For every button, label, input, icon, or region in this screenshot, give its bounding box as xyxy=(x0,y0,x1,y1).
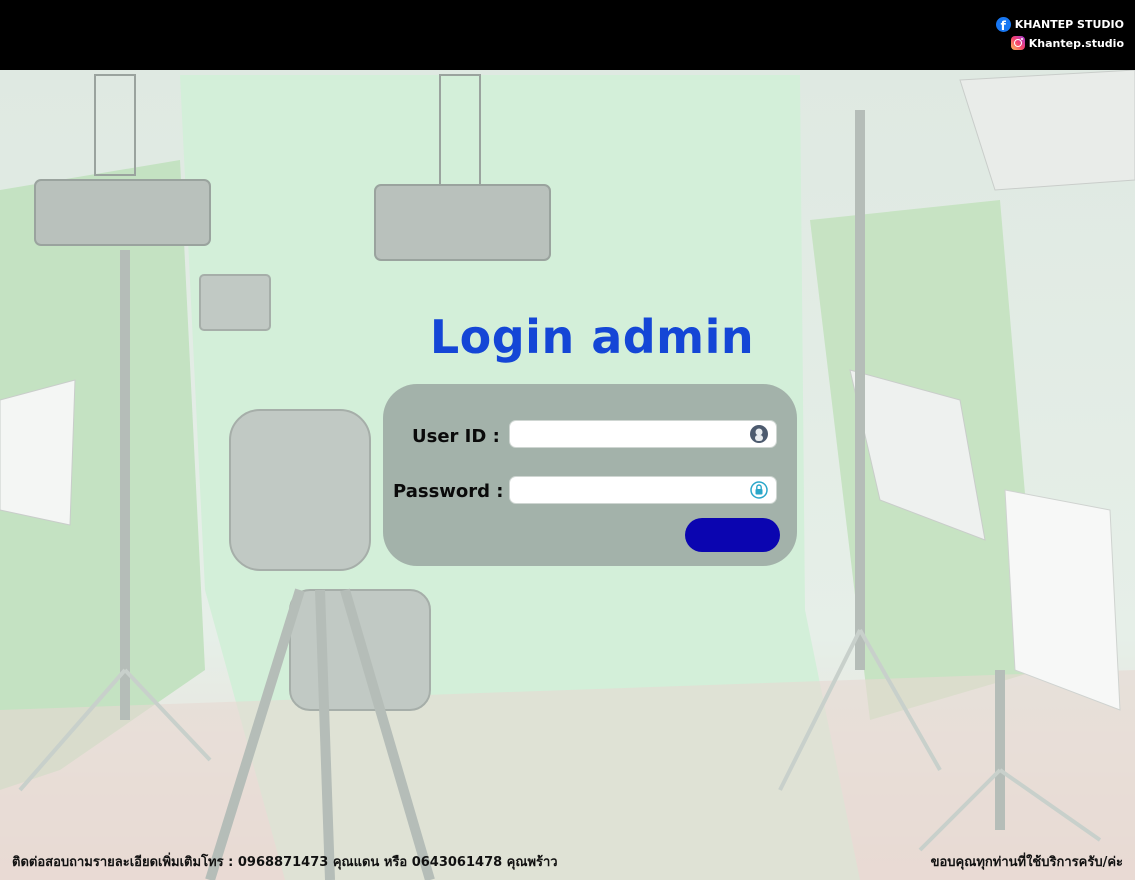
facebook-icon: f xyxy=(995,17,1011,32)
user-id-label: User ID : xyxy=(412,426,500,447)
facebook-link[interactable]: f KHANTEP STUDIO xyxy=(995,17,1124,32)
user-id-input[interactable] xyxy=(518,421,742,449)
login-button[interactable] xyxy=(685,518,780,552)
password-label: Password : xyxy=(393,481,504,502)
contact-text: ติดต่อสอบถามรายละเอียดเพิ่มเติมโทร : 096… xyxy=(12,855,558,870)
top-bar: f KHANTEP STUDIO Khantep.studio xyxy=(0,0,1135,70)
password-field[interactable] xyxy=(509,476,777,505)
page-title: Login admin xyxy=(429,310,755,364)
lock-icon xyxy=(750,481,768,499)
instagram-link[interactable]: Khantep.studio xyxy=(1010,36,1124,50)
thanks-text: ขอบคุณทุกท่านที่ใช้บริการครับ/ค่ะ xyxy=(930,855,1123,870)
password-input[interactable] xyxy=(518,477,742,505)
facebook-label: KHANTEP STUDIO xyxy=(1014,18,1124,31)
instagram-label: Khantep.studio xyxy=(1028,36,1124,50)
user-avatar-icon xyxy=(750,425,768,443)
user-id-field[interactable] xyxy=(509,420,777,449)
instagram-icon xyxy=(1010,36,1025,50)
login-panel: User ID : Password : xyxy=(383,384,797,566)
